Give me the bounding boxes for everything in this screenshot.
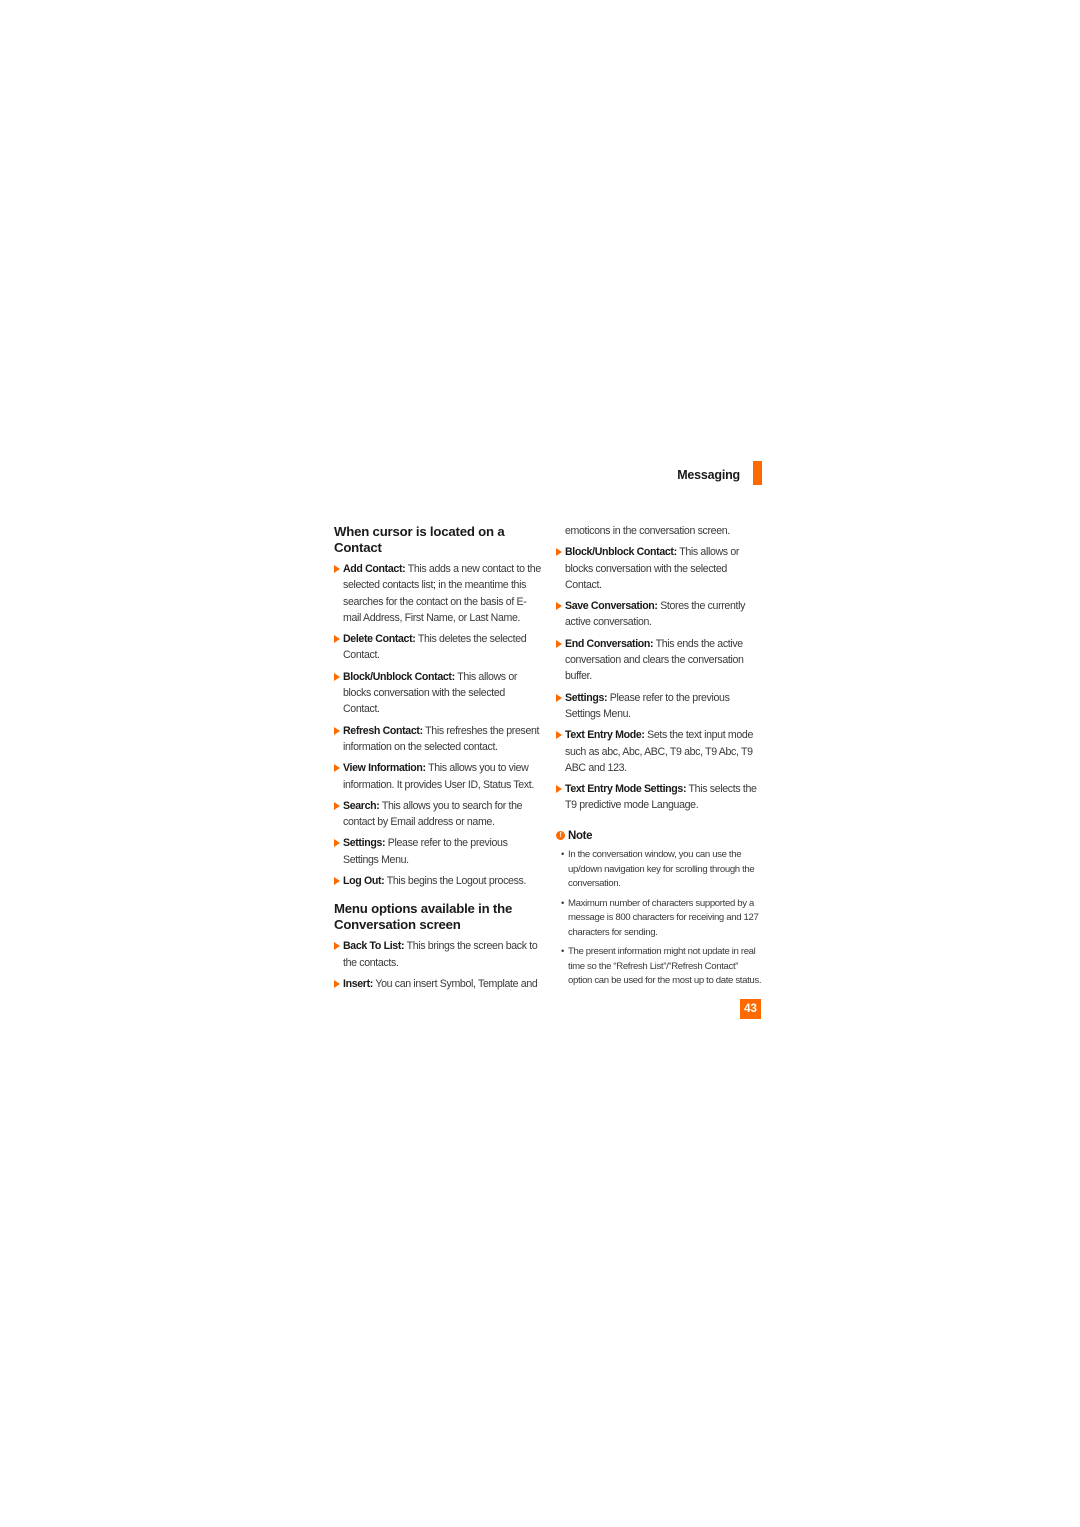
item-text: You can insert Symbol, Template and	[372, 977, 538, 990]
arrow-bullet-icon	[334, 839, 340, 848]
list-item-text-entry-mode-settings: Text Entry Mode Settings: This selects t…	[556, 781, 764, 814]
bullet-icon: •	[561, 897, 565, 909]
bullet-icon: •	[561, 849, 565, 861]
list-item-block-unblock-contact: Block/Unblock Contact: This allows or bl…	[334, 669, 542, 718]
arrow-bullet-icon	[556, 731, 562, 740]
item-text: This begins the Logout process.	[384, 875, 527, 888]
item-term: Settings:	[343, 837, 386, 850]
item-term: Refresh Contact:	[343, 724, 423, 737]
note-text: Maximum number of characters supported b…	[568, 897, 759, 938]
item-term: Text Entry Mode Settings:	[565, 783, 687, 796]
list-item-settings: Settings: Please refer to the previous S…	[556, 690, 764, 723]
item-term: Save Conversation:	[565, 600, 658, 613]
note-item: • Maximum number of characters supported…	[556, 897, 764, 941]
list-item-settings: Settings: Please refer to the previous S…	[334, 835, 542, 868]
item-term: Settings:	[565, 691, 608, 704]
arrow-bullet-icon	[556, 602, 562, 611]
list-item-add-contact: Add Contact: This adds a new contact to …	[334, 561, 542, 626]
item-term: Back To List:	[343, 940, 405, 953]
item-term: Insert:	[343, 977, 373, 990]
arrow-bullet-icon	[334, 764, 340, 773]
list-item-view-information: View Information: This allows you to vie…	[334, 760, 542, 793]
item-term: Add Contact:	[343, 563, 406, 575]
arrow-bullet-icon	[556, 639, 562, 648]
arrow-bullet-icon	[556, 548, 562, 557]
arrow-bullet-icon	[334, 565, 340, 573]
item-term: Text Entry Mode:	[565, 729, 645, 742]
list-item-search: Search: This allows you to search for th…	[334, 798, 542, 831]
note-item: • The present information might not upda…	[556, 945, 764, 989]
note-item: • In the conversation window, you can us…	[556, 848, 764, 892]
item-term: View Information:	[343, 762, 426, 775]
item-term: End Conversation:	[565, 637, 654, 650]
page-number: 43	[740, 999, 761, 1019]
right-column: emoticons in the conversation screen. Bl…	[556, 523, 764, 994]
note-title: Note	[568, 829, 593, 842]
section-title: Messaging	[677, 468, 740, 482]
list-item-log-out: Log Out: This begins the Logout process.	[334, 873, 542, 889]
arrow-bullet-icon	[334, 726, 340, 735]
item-term: Block/Unblock Contact:	[343, 670, 455, 683]
heading-contact-cursor: When cursor is located on a Contact	[334, 524, 505, 555]
list-item-insert: Insert: You can insert Symbol, Template …	[334, 976, 542, 992]
arrow-bullet-icon	[334, 942, 340, 951]
heading-conversation-menu: Menu options available in the Conversati…	[334, 901, 513, 932]
item-term: Block/Unblock Contact:	[565, 546, 677, 559]
arrow-bullet-icon	[334, 635, 340, 644]
list-item-back-to-list: Back To List: This brings the screen bac…	[334, 938, 542, 971]
section-tab-marker	[753, 461, 762, 485]
arrow-bullet-icon	[556, 693, 562, 702]
arrow-bullet-icon	[556, 785, 562, 794]
bullet-icon: •	[561, 946, 565, 958]
list-item-delete-contact: Delete Contact: This deletes the selecte…	[334, 631, 542, 664]
list-item-refresh-contact: Refresh Contact: This refreshes the pres…	[334, 723, 542, 756]
item-term: Delete Contact:	[343, 633, 416, 646]
list-item-save-conversation: Save Conversation: Stores the currently …	[556, 598, 764, 631]
left-column: When cursor is located on a Contact Add …	[334, 524, 542, 997]
list-item-text-entry-mode: Text Entry Mode: Sets the text input mod…	[556, 727, 764, 776]
list-item-end-conversation: End Conversation: This ends the active c…	[556, 636, 764, 685]
list-item-block-unblock-contact: Block/Unblock Contact: This allows or bl…	[556, 544, 764, 593]
arrow-bullet-icon	[334, 877, 340, 886]
warning-icon: !	[556, 831, 565, 841]
note-text: The present information might not update…	[568, 946, 762, 987]
note-heading: ! Note	[556, 828, 764, 844]
item-term: Search:	[343, 799, 380, 812]
section-header: Messaging	[640, 460, 762, 486]
item-term: Log Out:	[343, 875, 385, 888]
note-text: In the conversation window, you can use …	[568, 849, 755, 890]
continued-text: emoticons in the conversation screen.	[565, 525, 730, 537]
arrow-bullet-icon	[334, 801, 340, 810]
arrow-bullet-icon	[334, 979, 340, 988]
arrow-bullet-icon	[334, 672, 340, 681]
